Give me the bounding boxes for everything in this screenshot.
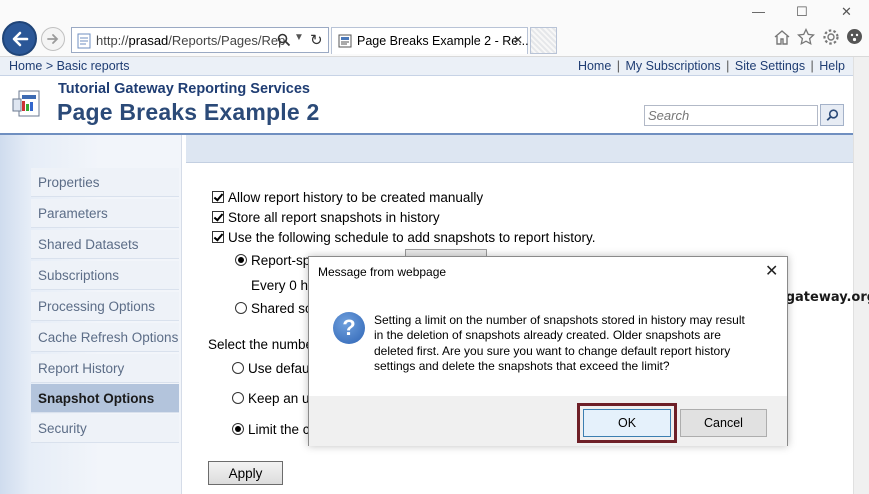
limit-copies-label: Limit the c bbox=[248, 422, 310, 437]
smiley-feedback-icon[interactable] bbox=[846, 28, 863, 45]
sidebar-item-subscriptions[interactable]: Subscriptions bbox=[31, 261, 179, 290]
use-default-radio[interactable] bbox=[232, 362, 244, 374]
use-default-option[interactable]: Use defaul bbox=[232, 361, 313, 376]
tab-close-icon[interactable]: ✕ bbox=[513, 33, 523, 47]
shared-schedule-option[interactable]: Shared sc bbox=[235, 301, 312, 316]
limit-copies-radio[interactable] bbox=[232, 423, 244, 435]
allow-manual-history-checkbox[interactable] bbox=[212, 191, 224, 203]
top-nav-bar: Home > Basic reports Home | My Subscript… bbox=[0, 57, 853, 76]
shared-schedule-label: Shared sc bbox=[251, 301, 312, 316]
dialog-message-line: in the deletion of snapshots already cre… bbox=[374, 328, 721, 343]
browser-chrome: http://prasad/Reports/Pages/Rep ▼ ↻ Page… bbox=[0, 0, 869, 57]
allow-manual-history-row[interactable]: Allow report history to be created manua… bbox=[212, 190, 483, 205]
sidebar-item-snapshot-options[interactable]: Snapshot Options bbox=[31, 384, 179, 413]
sidebar-item-report-history[interactable]: Report History bbox=[31, 354, 179, 383]
sidebar-item-security[interactable]: Security bbox=[31, 414, 179, 443]
maximize-button[interactable]: ☐ bbox=[796, 4, 808, 20]
cancel-button[interactable]: Cancel bbox=[680, 409, 767, 437]
arrow-right-icon bbox=[47, 34, 59, 44]
link-help[interactable]: Help bbox=[819, 59, 845, 73]
dialog-message-line: settings and delete the snapshots that e… bbox=[374, 358, 670, 373]
use-schedule-row[interactable]: Use the following schedule to add snapsh… bbox=[212, 230, 595, 245]
search-button[interactable] bbox=[820, 104, 844, 126]
select-number-label: Select the numbe bbox=[208, 337, 314, 352]
link-my-subscriptions[interactable]: My Subscriptions bbox=[626, 59, 721, 73]
browser-tab[interactable]: Page Breaks Example 2 - Re... ✕ bbox=[331, 27, 529, 54]
report-specific-label: Report-sp bbox=[251, 253, 311, 268]
arrow-left-icon bbox=[12, 31, 29, 47]
dialog-close-icon[interactable]: ✕ bbox=[765, 261, 778, 281]
magnifier-icon bbox=[826, 109, 839, 121]
dropdown-icon[interactable]: ▼ bbox=[294, 32, 304, 43]
use-default-label: Use defaul bbox=[248, 361, 313, 376]
ie-page-icon bbox=[77, 33, 91, 49]
minimize-button[interactable]: — bbox=[752, 4, 765, 19]
content-toolbar bbox=[186, 135, 853, 163]
allow-manual-history-label: Allow report history to be created manua… bbox=[228, 190, 484, 205]
report-favicon-icon bbox=[338, 34, 352, 48]
refresh-icon[interactable]: ↻ bbox=[310, 31, 323, 49]
sidebar-item-shared-datasets[interactable]: Shared Datasets bbox=[31, 230, 179, 259]
sidebar-item-processing-options[interactable]: Processing Options bbox=[31, 292, 179, 321]
report-icon bbox=[12, 90, 40, 117]
content-divider bbox=[181, 135, 186, 494]
dialog-message-line: Setting a limit on the number of snapsho… bbox=[374, 313, 745, 327]
keep-unlimited-option[interactable]: Keep an u bbox=[232, 391, 310, 406]
keep-unlimited-label: Keep an u bbox=[248, 391, 310, 406]
shared-schedule-radio[interactable] bbox=[235, 302, 247, 314]
store-snapshots-label: Store all report snapshots in history bbox=[228, 210, 440, 225]
favorites-star-icon[interactable] bbox=[797, 28, 815, 46]
link-site-settings[interactable]: Site Settings bbox=[735, 59, 805, 73]
app-name: Tutorial Gateway Reporting Services bbox=[58, 81, 310, 97]
report-specific-radio[interactable] bbox=[235, 254, 247, 266]
breadcrumb[interactable]: Home > Basic reports bbox=[9, 59, 130, 73]
page-title: Page Breaks Example 2 bbox=[57, 99, 320, 125]
new-tab-button[interactable] bbox=[530, 27, 557, 54]
use-schedule-label: Use the following schedule to add snapsh… bbox=[228, 230, 596, 245]
home-icon[interactable] bbox=[773, 28, 791, 46]
page-scrollbar[interactable] bbox=[853, 57, 869, 494]
search-icon[interactable] bbox=[277, 33, 291, 47]
sidebar-item-parameters[interactable]: Parameters bbox=[31, 199, 179, 228]
apply-button[interactable]: Apply bbox=[208, 461, 283, 485]
address-url: http://prasad/Reports/Pages/Rep bbox=[96, 33, 286, 48]
dialog-message: Setting a limit on the number of snapsho… bbox=[374, 313, 754, 374]
address-bar[interactable]: http://prasad/Reports/Pages/Rep ▼ ↻ bbox=[71, 27, 329, 53]
sidebar-item-properties[interactable]: Properties bbox=[31, 168, 179, 197]
keep-unlimited-radio[interactable] bbox=[232, 392, 244, 404]
back-button[interactable] bbox=[2, 21, 37, 56]
dialog-message-line: deleted first. Are you sure you want to … bbox=[374, 343, 731, 358]
store-snapshots-checkbox[interactable] bbox=[212, 211, 224, 223]
store-snapshots-row[interactable]: Store all report snapshots in history bbox=[212, 210, 440, 225]
link-home[interactable]: Home bbox=[578, 59, 611, 73]
search-input[interactable]: Search bbox=[644, 105, 818, 126]
gear-icon[interactable] bbox=[822, 28, 840, 46]
report-specific-schedule-option[interactable]: Report-sp bbox=[235, 253, 310, 268]
sidebar-item-cache-refresh-options[interactable]: Cache Refresh Options bbox=[31, 323, 179, 352]
close-window-button[interactable]: ✕ bbox=[841, 4, 852, 20]
message-dialog: Message from webpage ✕ ? Setting a limit… bbox=[308, 256, 788, 446]
ok-button[interactable]: OK bbox=[583, 409, 671, 437]
schedule-summary: Every 0 ho bbox=[251, 278, 316, 293]
forward-button[interactable] bbox=[41, 27, 65, 51]
question-icon: ? bbox=[333, 312, 365, 344]
tab-title: Page Breaks Example 2 - Re... bbox=[357, 34, 529, 48]
limit-copies-option[interactable]: Limit the c bbox=[232, 422, 310, 437]
dialog-title: Message from webpage bbox=[318, 265, 447, 279]
use-schedule-checkbox[interactable] bbox=[212, 231, 224, 243]
top-links: Home | My Subscriptions | Site Settings … bbox=[577, 59, 845, 73]
